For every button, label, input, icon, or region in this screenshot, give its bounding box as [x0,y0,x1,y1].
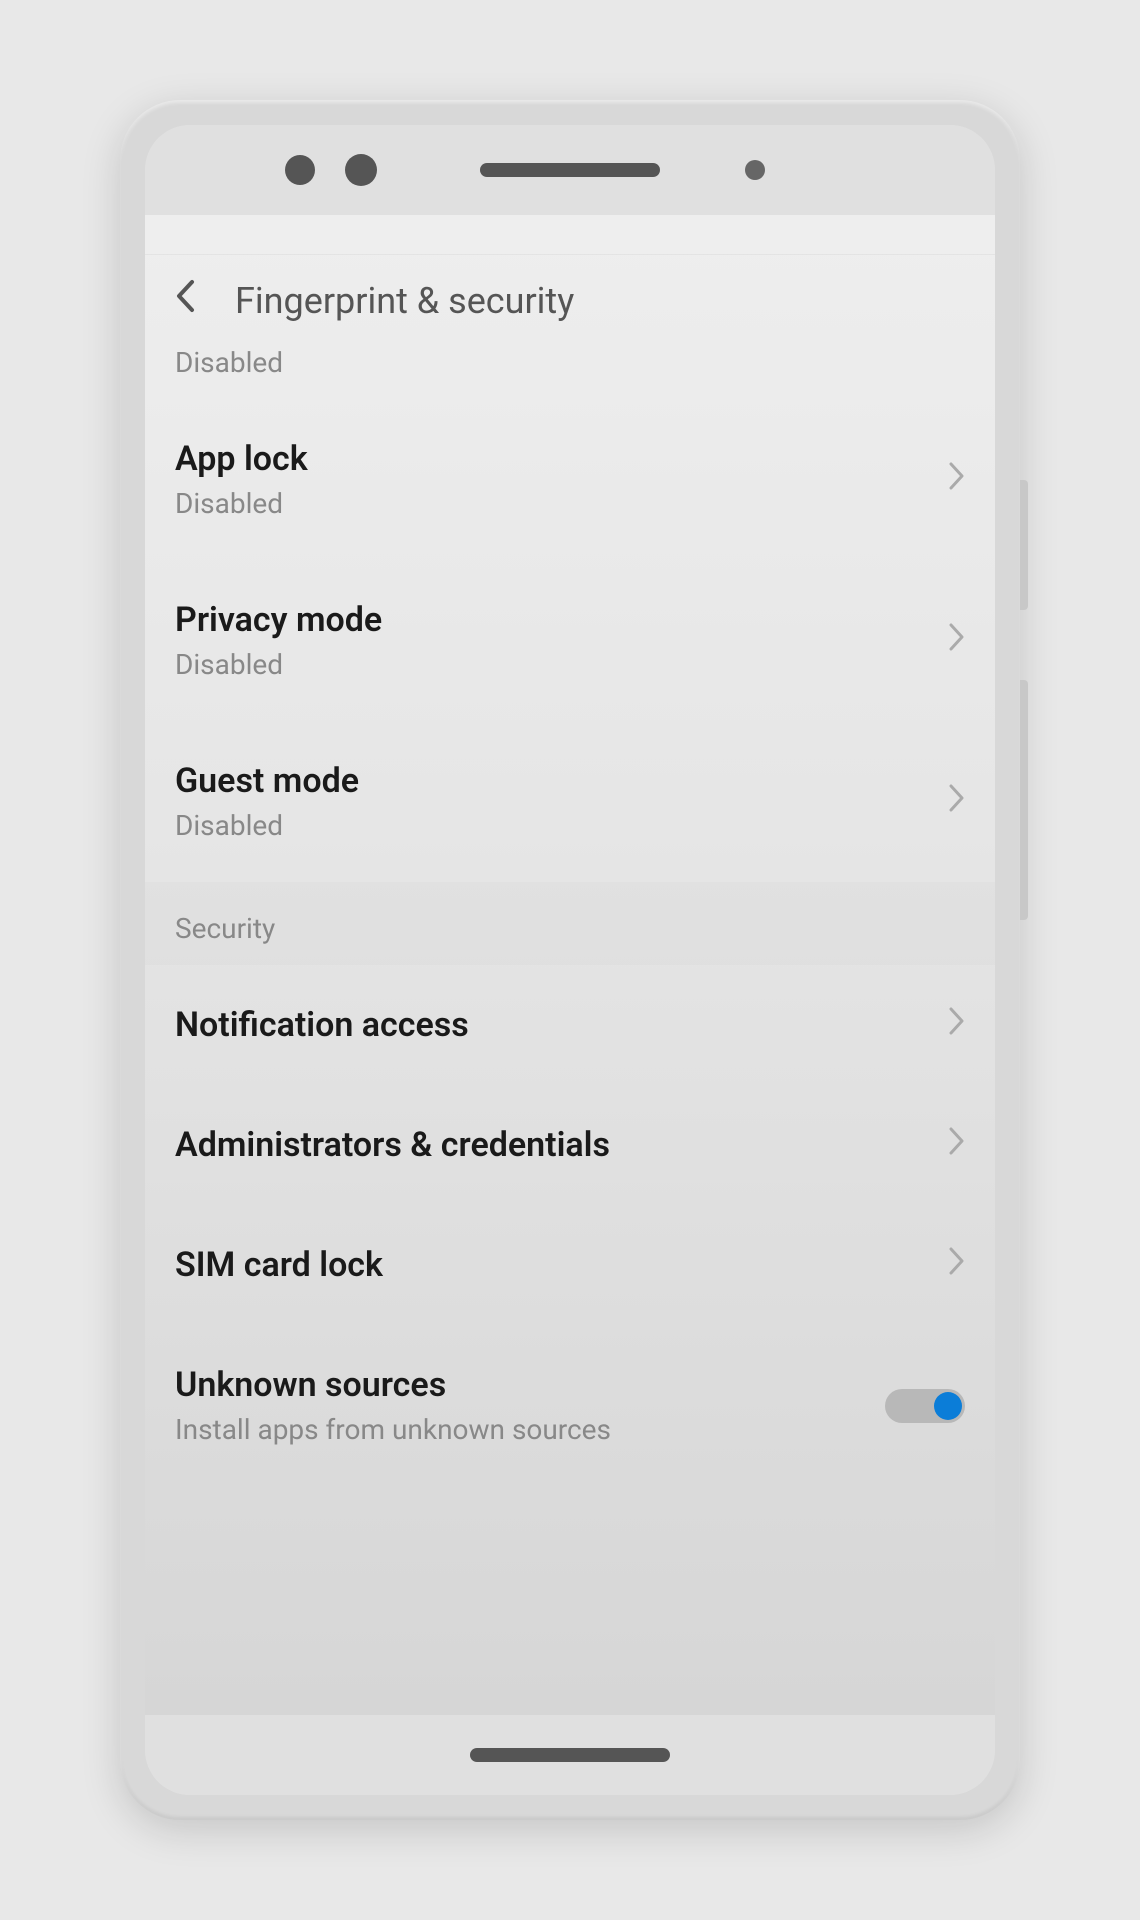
chevron-right-icon [929,784,965,820]
item-content: App lock Disabled [175,439,929,520]
settings-item-unknown-sources[interactable]: Unknown sources Install apps from unknow… [145,1325,995,1486]
back-button[interactable] [165,279,205,322]
page-header: Fingerprint & security [145,255,995,346]
chevron-left-icon [175,279,195,313]
item-content: Administrators & credentials [175,1125,929,1165]
item-content: Privacy mode Disabled [175,600,929,681]
partial-item-top: Disabled [145,346,995,399]
chevron-right-icon [929,623,965,659]
item-title: Privacy mode [175,600,929,640]
settings-item-privacy-mode[interactable]: Privacy mode Disabled [145,560,995,721]
volume-button [1020,680,1028,920]
settings-item-administrators-credentials[interactable]: Administrators & credentials [145,1085,995,1205]
item-content: Notification access [175,1005,929,1045]
page-title: Fingerprint & security [235,280,574,322]
settings-item-notification-access[interactable]: Notification access [145,965,995,1085]
camera-icon [285,155,315,185]
item-title: Administrators & credentials [175,1125,929,1165]
item-subtitle: Disabled [175,809,929,842]
chevron-right-icon [929,1007,965,1043]
power-button [1020,480,1028,610]
settings-item-sim-card-lock[interactable]: SIM card lock [145,1205,995,1325]
screen: Fingerprint & security Disabled App lock… [145,215,995,1715]
item-content: Unknown sources Install apps from unknow… [175,1365,885,1446]
sensor-icon [345,154,377,186]
settings-item-guest-mode[interactable]: Guest mode Disabled [145,721,995,882]
phone-top-bezel [145,125,995,215]
item-content: Guest mode Disabled [175,761,929,842]
item-title: Guest mode [175,761,929,801]
phone-bottom-bezel [145,1715,995,1795]
item-subtitle: Disabled [175,648,929,681]
chevron-right-icon [929,462,965,498]
phone-inner: Fingerprint & security Disabled App lock… [145,125,995,1795]
section-header-security: Security [145,882,995,965]
phone-frame: Fingerprint & security Disabled App lock… [120,100,1020,1820]
unknown-sources-toggle[interactable] [885,1389,965,1423]
chevron-right-icon [929,1247,965,1283]
item-title: Unknown sources [175,1365,885,1405]
toggle-thumb-icon [934,1392,962,1420]
item-subtitle: Disabled [175,487,929,520]
item-subtitle: Install apps from unknown sources [175,1413,885,1446]
chevron-right-icon [929,1127,965,1163]
settings-item-app-lock[interactable]: App lock Disabled [145,399,995,560]
item-title: SIM card lock [175,1245,929,1285]
item-content: SIM card lock [175,1245,929,1285]
item-title: Notification access [175,1005,929,1045]
partial-item-subtitle: Disabled [175,346,965,379]
bottom-speaker-grille [470,1748,670,1762]
speaker-grille [480,163,660,177]
status-bar [145,215,995,255]
item-title: App lock [175,439,929,479]
proximity-sensor-icon [745,160,765,180]
